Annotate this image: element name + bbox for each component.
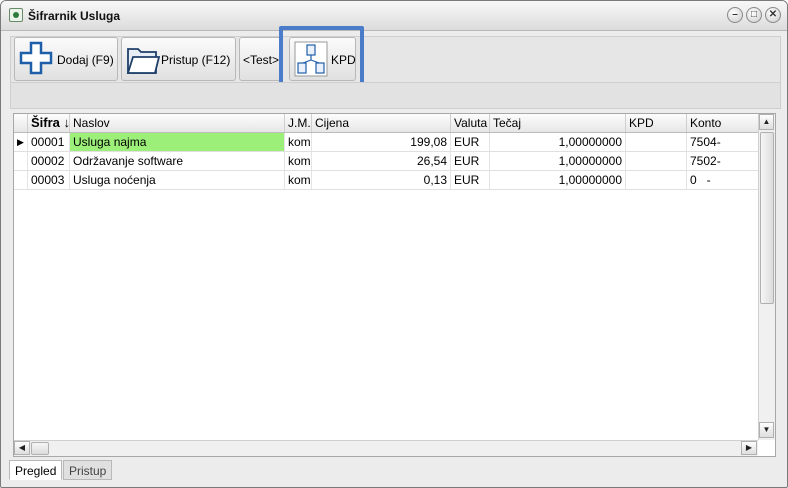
row-pointer-icon: ▶ xyxy=(14,133,28,151)
cell-cijena[interactable]: 0,13 xyxy=(312,171,451,189)
cell-jm[interactable]: kom xyxy=(285,152,312,170)
column-header-kpd[interactable]: KPD xyxy=(626,114,687,132)
add-button-label: Dodaj (F9) xyxy=(57,53,114,67)
column-header-cijena[interactable]: Cijena xyxy=(312,114,451,132)
cell-sifra[interactable]: 00001 xyxy=(28,133,70,151)
horizontal-scrollbar[interactable]: ◀ ▶ xyxy=(14,440,758,456)
test-button-label: <Test> xyxy=(243,53,280,67)
tab-pregled[interactable]: Pregled xyxy=(9,460,63,480)
cell-jm[interactable]: kom xyxy=(285,133,312,151)
window: Šifrarnik Usluga – □ ✕ Dodaj (F9) Pristu… xyxy=(0,0,788,488)
column-header-sifra-label: Šifra xyxy=(31,115,60,130)
table-row[interactable]: 00002 Održavanje software kom 26,54 EUR … xyxy=(14,152,758,171)
vertical-scrollbar[interactable]: ▲ ▼ xyxy=(758,114,775,440)
folder-icon xyxy=(126,48,160,74)
column-header-konto[interactable]: Konto xyxy=(687,114,758,132)
cell-kpd[interactable] xyxy=(626,133,687,151)
column-header-valuta[interactable]: Valuta xyxy=(451,114,490,132)
cell-valuta[interactable]: EUR xyxy=(451,152,490,170)
toolbar: Dodaj (F9) Pristup (F12) <Test> KPD xyxy=(10,36,781,83)
tab-pristup[interactable]: Pristup xyxy=(63,460,113,480)
column-header-jm[interactable]: J.M. xyxy=(285,114,312,132)
close-button[interactable]: ✕ xyxy=(765,7,781,23)
cell-jm[interactable]: kom xyxy=(285,171,312,189)
kpd-highlight-frame xyxy=(279,26,364,89)
cell-sifra[interactable]: 00002 xyxy=(28,152,70,170)
cell-naslov[interactable]: Održavanje software xyxy=(70,152,285,170)
cell-konto[interactable]: 0 - xyxy=(687,171,758,189)
cell-sifra[interactable]: 00003 xyxy=(28,171,70,189)
column-header-naslov[interactable]: Naslov xyxy=(70,114,285,132)
column-header-tecaj[interactable]: Tečaj xyxy=(490,114,626,132)
cell-kpd[interactable] xyxy=(626,152,687,170)
cell-valuta[interactable]: EUR xyxy=(451,171,490,189)
column-header-sifra[interactable]: Šifra ↓ xyxy=(28,114,70,132)
add-button[interactable]: Dodaj (F9) xyxy=(14,37,118,81)
cell-kpd[interactable] xyxy=(626,171,687,189)
table-row[interactable]: 00003 Usluga noćenja kom 0,13 EUR 1,0000… xyxy=(14,171,758,190)
header-indicator xyxy=(14,114,28,132)
test-button[interactable]: <Test> xyxy=(239,37,283,81)
vertical-scroll-thumb[interactable] xyxy=(760,132,774,304)
scroll-right-icon[interactable]: ▶ xyxy=(741,441,757,455)
title-bar: Šifrarnik Usluga – □ ✕ xyxy=(1,1,787,31)
data-grid: Šifra ↓ Naslov J.M. Cijena Valuta Tečaj … xyxy=(13,113,776,457)
filter-bar xyxy=(10,82,781,109)
cell-cijena[interactable]: 199,08 xyxy=(312,133,451,151)
scroll-up-icon[interactable]: ▲ xyxy=(759,114,774,130)
cell-tecaj[interactable]: 1,00000000 xyxy=(490,152,626,170)
scroll-left-icon[interactable]: ◀ xyxy=(14,441,30,455)
row-indicator xyxy=(14,171,28,189)
cell-naslov-selected[interactable]: Usluga najma xyxy=(70,133,285,151)
open-button-label: Pristup (F12) xyxy=(161,53,231,67)
cell-tecaj[interactable]: 1,00000000 xyxy=(490,133,626,151)
plus-icon xyxy=(19,41,53,75)
cell-cijena[interactable]: 26,54 xyxy=(312,152,451,170)
cell-konto[interactable]: 7504- xyxy=(687,133,758,151)
maximize-button[interactable]: □ xyxy=(746,7,762,23)
table-row[interactable]: ▶ 00001 Usluga najma kom 199,08 EUR 1,00… xyxy=(14,133,758,152)
cell-naslov[interactable]: Usluga noćenja xyxy=(70,171,285,189)
horizontal-scroll-thumb[interactable] xyxy=(31,442,49,455)
cell-konto[interactable]: 7502- xyxy=(687,152,758,170)
grid-header: Šifra ↓ Naslov J.M. Cijena Valuta Tečaj … xyxy=(14,114,758,133)
scroll-down-icon[interactable]: ▼ xyxy=(759,422,774,438)
open-button[interactable]: Pristup (F12) xyxy=(121,37,236,81)
row-indicator xyxy=(14,152,28,170)
cell-tecaj[interactable]: 1,00000000 xyxy=(490,171,626,189)
minimize-button[interactable]: – xyxy=(727,7,743,23)
window-title: Šifrarnik Usluga xyxy=(28,9,121,23)
app-icon xyxy=(9,8,23,22)
cell-valuta[interactable]: EUR xyxy=(451,133,490,151)
